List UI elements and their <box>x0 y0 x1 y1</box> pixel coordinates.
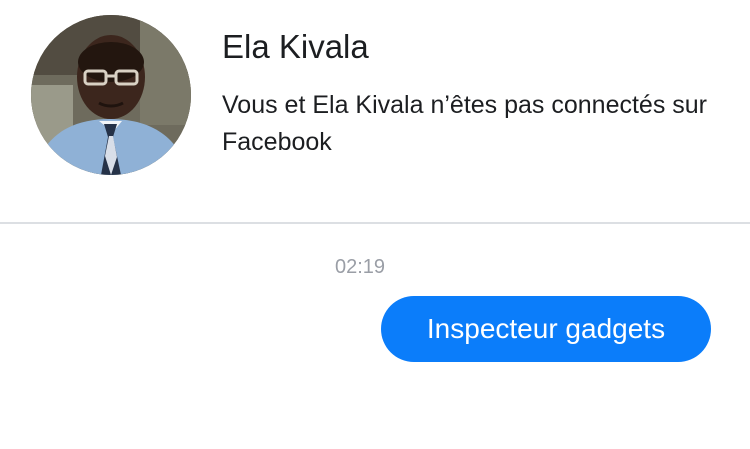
conversation-header: Ela Kivala Vous et Ela Kivala n’êtes pas… <box>0 0 750 224</box>
connection-note: Vous et Ela Kivala n’êtes pas connectés … <box>222 91 708 156</box>
contact-avatar[interactable] <box>31 15 191 175</box>
profile-photo-icon <box>31 15 191 175</box>
outgoing-message-bubble[interactable]: Inspecteur gadgets <box>381 296 711 362</box>
header-divider <box>0 222 750 224</box>
contact-name: Ela Kivala <box>222 28 369 65</box>
message-timestamp: 02:19 <box>334 256 386 278</box>
